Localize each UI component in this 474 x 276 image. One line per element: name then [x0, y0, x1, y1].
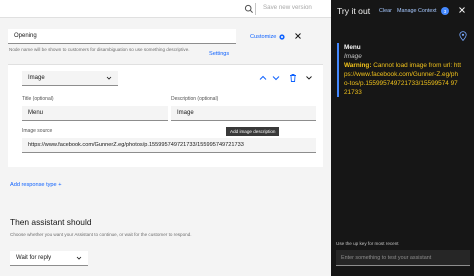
chevron-down-icon [106, 76, 112, 80]
gear-icon[interactable] [278, 33, 286, 41]
description-input[interactable]: Image [171, 106, 316, 121]
image-description-tooltip: Add image description [226, 127, 280, 136]
response-type-value: Image [28, 75, 45, 81]
message-warning: Warning: Cannot load image from url: htt… [344, 61, 461, 97]
assistant-message: Menu Image Warning: Cannot load image fr… [337, 43, 461, 97]
app-root: Save new version Opening Customize Node … [0, 0, 474, 276]
manage-context-button[interactable]: Manage Context [397, 8, 437, 14]
description-label: Description (optional) [171, 96, 219, 102]
dialog-node-editor: Save new version Opening Customize Node … [0, 0, 331, 276]
context-count-badge: 3 [441, 7, 449, 15]
save-new-version-button[interactable]: Save new version [263, 4, 312, 11]
trash-icon[interactable] [288, 73, 298, 83]
move-up-icon[interactable] [258, 73, 268, 83]
title-input[interactable]: Menu [22, 106, 168, 121]
customize-link[interactable]: Customize [250, 34, 276, 40]
close-icon[interactable] [294, 32, 302, 40]
editor-toolbar: Save new version [0, 0, 331, 18]
image-source-input[interactable]: https://www.facebook.com/GunnerZ.eg/phot… [22, 138, 316, 153]
add-response-type-link[interactable]: Add response type + [10, 182, 61, 188]
image-response-card: Image Title (optional) Menu Description … [8, 64, 323, 167]
location-icon[interactable] [459, 31, 467, 41]
toolbar-divider [255, 3, 256, 15]
panel-title: Try it out [337, 6, 371, 16]
message-heading: Menu [344, 44, 361, 51]
image-source-label: Image source [22, 128, 53, 134]
message-subheading: Image [344, 53, 362, 60]
node-name-hint: Node name will be shown to customers for… [9, 47, 190, 52]
search-icon[interactable] [244, 4, 254, 14]
title-label: Title (optional) [22, 96, 54, 102]
move-down-icon[interactable] [271, 73, 281, 83]
node-name-input[interactable]: Opening [8, 29, 236, 44]
try-it-out-panel: Try it out Clear Manage Context 3 Menu I… [331, 0, 474, 276]
response-type-select[interactable]: Image [22, 71, 118, 86]
input-hint: Use the up key for most recent [336, 241, 399, 246]
then-section-hint: Choose whether you want your Assistant t… [10, 232, 192, 237]
then-action-value: Wait for reply [16, 255, 52, 261]
then-action-select[interactable]: Wait for reply [10, 251, 88, 266]
chevron-down-icon[interactable] [304, 73, 314, 83]
close-icon[interactable] [457, 5, 467, 15]
test-message-input[interactable]: Enter something to test your assistant [336, 250, 470, 266]
chevron-down-icon [76, 256, 82, 260]
clear-button[interactable]: Clear [379, 8, 392, 14]
warning-label: Warning: [344, 62, 372, 69]
settings-link[interactable]: Settings [209, 51, 229, 57]
then-section-title: Then assistant should [10, 217, 92, 227]
